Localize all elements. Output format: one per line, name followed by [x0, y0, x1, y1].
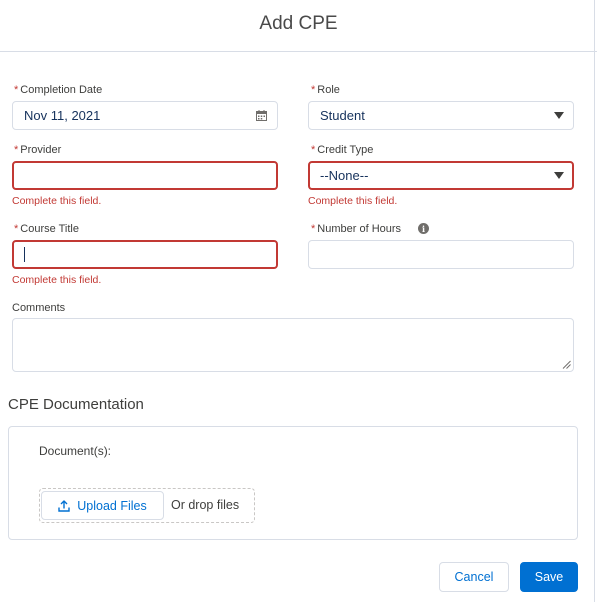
course-title-error: Complete this field.: [12, 274, 102, 286]
text-cursor: [24, 247, 25, 262]
upload-files-button[interactable]: Upload Files: [41, 491, 164, 520]
number-of-hours-label: * Number of Hours: [311, 223, 402, 235]
chevron-down-icon: [554, 112, 564, 119]
provider-input[interactable]: [12, 161, 278, 190]
completion-date-input[interactable]: Nov 11, 2021: [12, 101, 278, 130]
resize-grip-icon[interactable]: [562, 360, 571, 369]
provider-error: Complete this field.: [12, 195, 102, 207]
cpe-documentation-heading: CPE Documentation: [8, 396, 144, 413]
completion-date-label: * Completion Date: [14, 84, 103, 96]
chevron-down-icon: [554, 172, 564, 179]
credit-type-error: Complete this field.: [308, 195, 398, 207]
course-title-label: * Course Title: [14, 223, 79, 235]
save-button[interactable]: Save: [520, 562, 578, 592]
upload-icon: [58, 499, 70, 512]
course-title-input[interactable]: [12, 240, 278, 269]
role-label: * Role: [311, 84, 340, 96]
comments-label: Comments: [12, 302, 66, 314]
calendar-icon[interactable]: [256, 110, 267, 121]
cancel-button[interactable]: Cancel: [439, 562, 509, 592]
modal-border: [594, 0, 595, 602]
info-icon[interactable]: i: [418, 223, 429, 234]
number-of-hours-input[interactable]: [308, 240, 574, 269]
credit-type-select[interactable]: --None--: [308, 161, 574, 190]
role-select[interactable]: Student: [308, 101, 574, 130]
comments-textarea[interactable]: [12, 318, 574, 372]
modal-title: Add CPE: [259, 12, 338, 34]
modal-header: Add CPE: [0, 0, 597, 52]
credit-type-label: * Credit Type: [311, 144, 374, 156]
drop-files-text: Or drop files: [171, 498, 240, 512]
provider-label: * Provider: [14, 144, 62, 156]
documents-label: Document(s):: [39, 444, 112, 458]
